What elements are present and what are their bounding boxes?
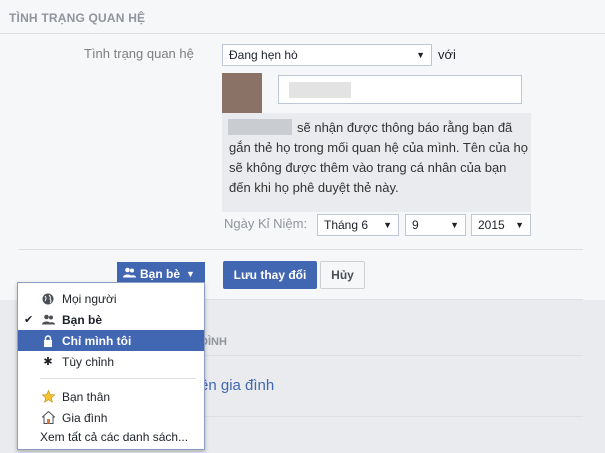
tag-notice: sẽ nhận được thông báo rằng bạn đã gắn t… [222, 113, 531, 212]
relationship-status-label: Tình trạng quan hệ [84, 46, 194, 61]
chevron-down-icon: ▼ [450, 220, 459, 230]
partner-name-input[interactable] [278, 75, 522, 104]
privacy-option-only-me[interactable]: Chỉ mình tôi [18, 330, 204, 351]
option-label: Bạn thân [62, 389, 111, 404]
privacy-menu: Mọi người ✔ Bạn bè Chỉ mình tôi ✱ Tùy ch… [17, 282, 205, 450]
cancel-button[interactable]: Hủy [320, 261, 365, 289]
privacy-option-custom[interactable]: ✱ Tùy chỉnh [18, 351, 204, 372]
save-changes-button[interactable]: Lưu thay đổi [223, 261, 317, 289]
globe-icon [41, 292, 55, 306]
divider [18, 249, 583, 250]
privacy-option-see-all-lists[interactable]: Xem tất cả các danh sách... [18, 426, 204, 447]
option-label: Xem tất cả các danh sách... [40, 429, 189, 444]
relationship-status-value: Đang hẹn hò [229, 48, 298, 62]
month-value: Tháng 6 [324, 218, 369, 232]
lock-icon [41, 334, 55, 348]
anniversary-label: Ngày Kỉ Niệm: [224, 216, 308, 231]
relationship-status-select[interactable]: Đang hẹn hò ▼ [222, 44, 432, 66]
privacy-option-friends[interactable]: ✔ Bạn bè [18, 309, 204, 330]
year-value: 2015 [478, 218, 505, 232]
house-icon [41, 411, 55, 425]
option-label: Mọi người [62, 291, 117, 306]
option-label: Bạn bè [62, 312, 103, 327]
privacy-option-family[interactable]: Gia đình [18, 407, 204, 428]
redacted-name [289, 82, 351, 98]
option-label: Chỉ mình tôi [62, 333, 132, 348]
option-label: Tùy chỉnh [62, 354, 115, 369]
chevron-down-icon: ▼ [186, 268, 195, 279]
checkmark-icon: ✔ [24, 314, 34, 326]
friends-icon [41, 313, 55, 327]
day-value: 9 [412, 218, 419, 232]
anniversary-day-select[interactable]: 9 ▼ [405, 214, 466, 236]
anniversary-year-select[interactable]: 2015 ▼ [471, 214, 531, 236]
privacy-label: Bạn bè [140, 266, 181, 281]
chevron-down-icon: ▼ [515, 220, 524, 230]
chevron-down-icon: ▼ [416, 50, 425, 60]
option-label: Gia đình [62, 410, 108, 425]
privacy-option-close-friends[interactable]: Bạn thân [18, 386, 204, 407]
menu-divider [40, 378, 196, 379]
with-label: với [438, 47, 456, 62]
friends-icon [123, 267, 136, 281]
section-title: TÌNH TRẠNG QUAN HỆ [9, 11, 146, 25]
partner-avatar [222, 73, 262, 113]
divider [0, 33, 605, 34]
anniversary-month-select[interactable]: Tháng 6 ▼ [317, 214, 399, 236]
star-icon [41, 390, 55, 404]
privacy-option-public[interactable]: Mọi người [18, 288, 204, 309]
gear-icon: ✱ [43, 356, 53, 368]
chevron-down-icon: ▼ [383, 220, 392, 230]
add-family-member-link[interactable]: ên gia đình [200, 377, 274, 394]
tag-notice-text: sẽ nhận được thông báo rằng bạn đã gắn t… [229, 120, 528, 195]
